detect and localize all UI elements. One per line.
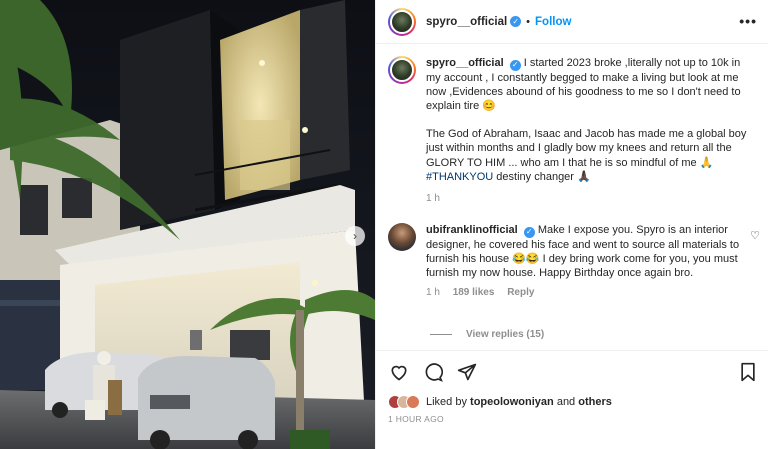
- caption-text-2: The God of Abraham, Isaac and Jacob has …: [426, 128, 747, 169]
- comment-item: ubifranklinofficial ✓ Make I expose you.…: [388, 223, 758, 300]
- follow-button[interactable]: Follow: [535, 16, 571, 28]
- reply-button[interactable]: Reply: [507, 287, 534, 298]
- author-avatar[interactable]: [388, 7, 416, 36]
- caption-time[interactable]: 1 h: [426, 192, 756, 206]
- comment-meta: 1 h 189 likes Reply: [426, 286, 746, 300]
- post-actions: Liked by topeolowoniyan and others 1 HOU…: [376, 350, 768, 449]
- chevron-right-icon: ›: [353, 229, 357, 243]
- post-time[interactable]: 1 HOUR AGO: [388, 414, 444, 424]
- view-replies-button[interactable]: View replies (15): [430, 329, 544, 340]
- house-night-photo: [0, 0, 375, 449]
- caption-hashtag[interactable]: #THANKYOU: [426, 171, 493, 183]
- more-icon[interactable]: •••: [739, 13, 757, 29]
- instagram-post-view: › spyro__official ✓ • Follow ••• spyro__…: [0, 0, 768, 449]
- bookmark-icon[interactable]: [737, 361, 759, 383]
- verified-icon: ✓: [523, 226, 535, 238]
- caption-text-3: destiny changer 🙏🏿: [493, 170, 591, 183]
- replies-divider: [430, 334, 452, 335]
- comment-icon[interactable]: [422, 361, 444, 383]
- next-photo-button[interactable]: ›: [345, 226, 365, 246]
- post-caption: spyro__official ✓ I started 2023 broke ,…: [388, 56, 758, 206]
- separator-dot: •: [526, 15, 531, 28]
- commenter-username[interactable]: ubifranklinofficial: [426, 224, 518, 236]
- post-header: spyro__official ✓ • Follow •••: [376, 0, 768, 44]
- caption-username[interactable]: spyro__official: [426, 57, 504, 69]
- comment-time[interactable]: 1 h: [426, 287, 440, 298]
- verified-icon: ✓: [509, 59, 521, 71]
- view-replies-label: View replies (15): [466, 329, 545, 340]
- caption-author-avatar[interactable]: [388, 56, 416, 84]
- liked-by-user[interactable]: topeolowoniyan: [470, 396, 554, 408]
- post-photo[interactable]: ›: [0, 0, 375, 449]
- liked-by-prefix: Liked by: [426, 396, 471, 408]
- comment-likes[interactable]: 189 likes: [453, 287, 495, 298]
- share-icon[interactable]: [456, 361, 478, 383]
- liked-by-others[interactable]: others: [578, 396, 612, 408]
- liked-by-summary: Liked by topeolowoniyan and others: [388, 395, 612, 409]
- commenter-avatar[interactable]: [388, 223, 416, 251]
- author-username[interactable]: spyro__official: [426, 16, 507, 28]
- comment-like-heart-icon[interactable]: ♡: [750, 229, 760, 242]
- liker-avatar: [406, 395, 420, 409]
- heart-icon[interactable]: [388, 361, 410, 383]
- liked-by-and: and: [553, 396, 579, 408]
- verified-icon: ✓: [510, 16, 522, 27]
- post-side-panel: spyro__official ✓ • Follow ••• spyro__of…: [375, 0, 768, 449]
